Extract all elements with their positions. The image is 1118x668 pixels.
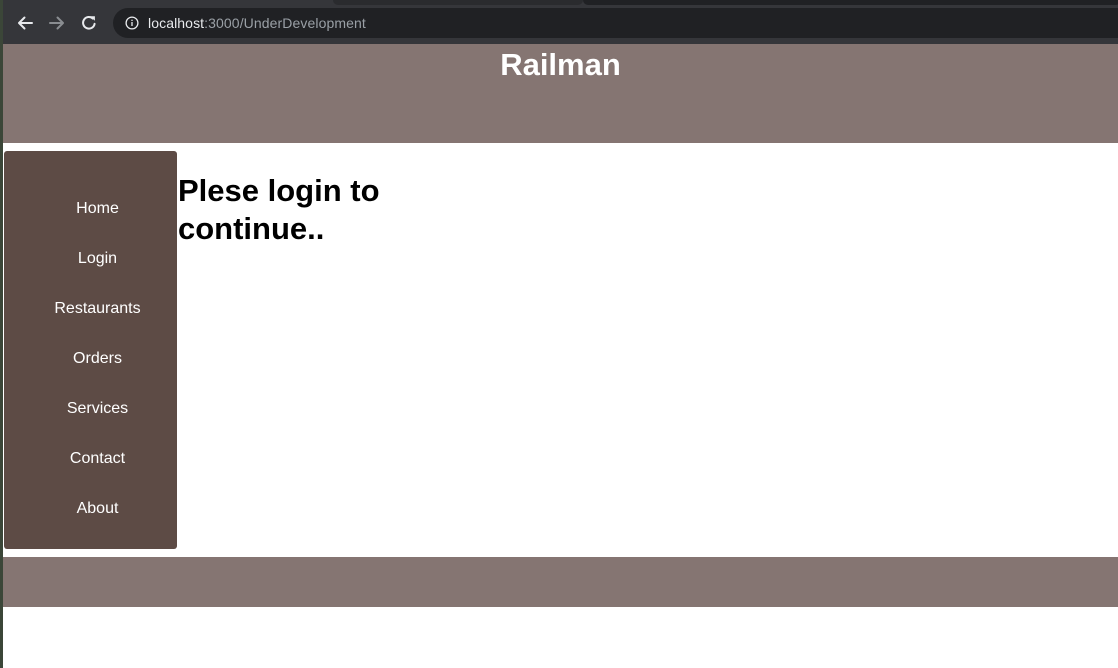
sidebar-item-orders[interactable]: Orders: [4, 334, 177, 384]
address-bar[interactable]: localhost:3000/UnderDevelopment: [113, 8, 1118, 38]
sidebar-nav: Home Login Restaurants Orders Services C…: [4, 151, 177, 549]
url-text[interactable]: localhost:3000/UnderDevelopment: [148, 15, 366, 31]
url-path: :3000/UnderDevelopment: [204, 15, 366, 31]
reload-icon: [82, 16, 96, 30]
sidebar-item-contact[interactable]: Contact: [4, 434, 177, 484]
back-button[interactable]: [14, 12, 36, 34]
nav-list: Home Login Restaurants Orders Services C…: [4, 184, 177, 534]
url-host: localhost: [148, 15, 205, 31]
tab-strip-edge-right: [583, 0, 1118, 5]
sidebar-item-restaurants[interactable]: Restaurants: [4, 284, 177, 334]
page-content: Railman Home Login Restaurants Orders Se…: [3, 44, 1118, 668]
forward-button[interactable]: [46, 12, 68, 34]
sidebar-item-about[interactable]: About: [4, 484, 177, 534]
reload-button[interactable]: [78, 12, 100, 34]
login-required-message: Plese login to continue..: [178, 173, 380, 246]
site-footer: [3, 557, 1118, 607]
info-icon[interactable]: [125, 16, 139, 30]
sidebar-item-login[interactable]: Login: [4, 234, 177, 284]
sidebar-item-home[interactable]: Home: [4, 184, 177, 234]
sidebar-item-services[interactable]: Services: [4, 384, 177, 434]
arrow-right-icon: [49, 16, 64, 30]
site-header: Railman: [3, 44, 1118, 143]
arrow-left-icon: [18, 16, 33, 30]
tab-strip-edge: [333, 0, 583, 5]
browser-toolbar: localhost:3000/UnderDevelopment: [3, 0, 1118, 44]
site-title: Railman: [500, 47, 621, 82]
